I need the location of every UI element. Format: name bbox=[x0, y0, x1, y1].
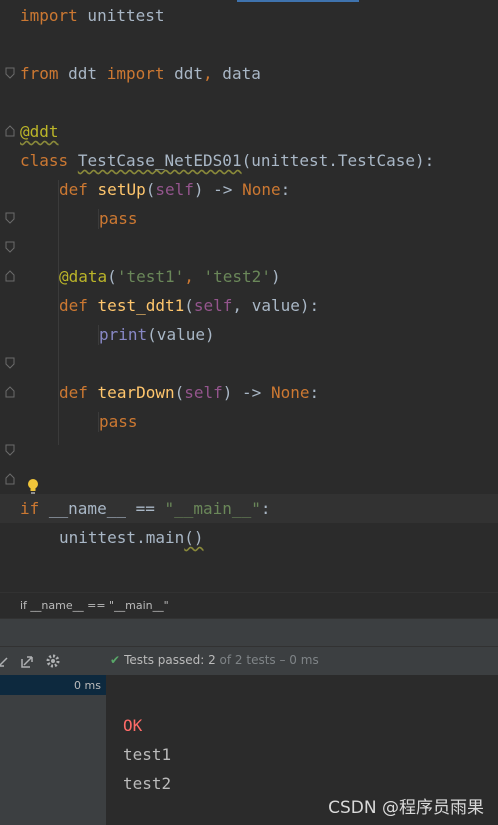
code-line[interactable]: import unittest bbox=[0, 1, 498, 79]
fold-close-icon[interactable] bbox=[5, 415, 15, 485]
colon: : bbox=[309, 383, 320, 402]
string-literal: 'test2' bbox=[203, 267, 271, 286]
function-call: unittest.main bbox=[59, 528, 185, 547]
code-line[interactable]: def tearDown(self) -> None: bbox=[0, 378, 498, 456]
watermark: CSDN @程序员雨果 bbox=[328, 798, 484, 818]
code-line[interactable]: from ddt import ddt, data bbox=[0, 59, 498, 137]
code-line[interactable]: @data('test1', 'test2') bbox=[0, 262, 498, 291]
call-parens: () bbox=[184, 528, 204, 547]
code-line[interactable]: def test_ddt1(self, value): bbox=[0, 291, 498, 369]
self-param: self bbox=[155, 180, 194, 199]
check-icon: ✔ bbox=[110, 653, 121, 667]
keyword: def bbox=[59, 296, 88, 315]
keyword: def bbox=[59, 180, 88, 199]
fold-close-icon[interactable] bbox=[5, 67, 15, 137]
decorator: @ddt bbox=[20, 122, 59, 141]
keyword: from bbox=[20, 64, 59, 83]
code-line[interactable]: @ddt bbox=[0, 117, 498, 146]
self-param: self bbox=[184, 383, 223, 402]
decorator: @data bbox=[59, 267, 108, 286]
fold-open-icon[interactable] bbox=[5, 299, 15, 369]
code-line[interactable]: def setUp(self) -> None: bbox=[0, 175, 498, 253]
expand-icon[interactable] bbox=[20, 653, 36, 669]
keyword: pass bbox=[99, 412, 138, 431]
fold-close-icon[interactable] bbox=[5, 212, 15, 282]
fold-open-icon[interactable] bbox=[5, 386, 15, 456]
import-name: ddt bbox=[164, 64, 204, 83]
signature-rest: ) -> bbox=[193, 180, 243, 199]
comma: , bbox=[184, 267, 204, 286]
paren: ( bbox=[174, 383, 185, 402]
import-name: data bbox=[212, 64, 261, 83]
keyword: import bbox=[106, 64, 165, 83]
colon: : bbox=[280, 180, 291, 199]
tool-window-header bbox=[0, 618, 498, 647]
string-literal: "__main__" bbox=[164, 499, 261, 518]
fold-open-icon[interactable] bbox=[5, 9, 15, 79]
code-line[interactable]: pass bbox=[0, 204, 498, 282]
collapse-icon[interactable] bbox=[0, 653, 12, 669]
builtin-function: print bbox=[99, 325, 148, 344]
keyword: import bbox=[20, 6, 78, 25]
fold-close-icon[interactable] bbox=[5, 328, 15, 398]
comma: , bbox=[203, 64, 213, 83]
keyword: if bbox=[20, 499, 40, 518]
console-ok: OK bbox=[123, 716, 143, 735]
test-status: ✔ Tests passed: 2 of 2 tests – 0 ms bbox=[110, 653, 319, 667]
fold-open-icon[interactable] bbox=[5, 154, 15, 224]
paren: ( bbox=[107, 267, 117, 286]
code-editor[interactable]: import unittest from ddt import ddt, dat… bbox=[0, 0, 498, 592]
paren: ( bbox=[145, 180, 156, 199]
keyword: pass bbox=[99, 209, 138, 228]
test-tree-row-selected[interactable]: 0 ms bbox=[0, 675, 106, 695]
class-name: TestCase_NetEDS01 bbox=[77, 151, 242, 170]
gear-icon[interactable] bbox=[45, 653, 61, 669]
breadcrumb-item[interactable]: if __name__ == "__main__" bbox=[20, 599, 169, 612]
fold-open-icon[interactable] bbox=[5, 183, 15, 253]
function-name: test_ddt1 bbox=[97, 296, 185, 315]
status-prefix: Tests passed: bbox=[124, 653, 205, 667]
self-param: self bbox=[193, 296, 233, 315]
status-total: of 2 tests – 0 ms bbox=[215, 653, 319, 667]
keyword: class bbox=[20, 151, 69, 170]
code-line[interactable]: unittest.main() bbox=[0, 523, 498, 552]
test-tree: 0 ms bbox=[0, 675, 106, 825]
module-name: unittest bbox=[77, 6, 165, 25]
passed-count: 2 bbox=[204, 653, 216, 667]
paren: ( bbox=[184, 296, 194, 315]
code-line[interactable]: class TestCase_NetEDS01(unittest.TestCas… bbox=[0, 146, 498, 224]
function-name: tearDown bbox=[97, 383, 175, 402]
colon: : bbox=[260, 499, 271, 518]
keyword: def bbox=[59, 383, 88, 402]
run-toolbar: ✔ Tests passed: 2 of 2 tests – 0 ms bbox=[0, 646, 498, 676]
console-line: test1 bbox=[123, 745, 172, 764]
code-line[interactable]: pass bbox=[0, 407, 498, 485]
function-name: setUp bbox=[97, 180, 146, 199]
module-name: ddt bbox=[58, 64, 107, 83]
paren: ) bbox=[270, 267, 281, 286]
code-line-current[interactable]: if __name__ == "__main__": bbox=[0, 494, 498, 523]
class-base: (unittest.TestCase): bbox=[241, 151, 435, 170]
signature-rest: ) -> bbox=[222, 383, 271, 402]
name-comparison: __name__ == bbox=[39, 499, 165, 518]
signature-rest: , value): bbox=[232, 296, 320, 315]
code-line[interactable]: print(value) bbox=[0, 320, 498, 398]
breadcrumb[interactable]: if __name__ == "__main__" bbox=[0, 592, 498, 619]
call-args: (value) bbox=[147, 325, 215, 344]
console-line: test2 bbox=[123, 774, 172, 793]
keyword: None bbox=[242, 180, 281, 199]
string-literal: 'test1' bbox=[116, 267, 185, 286]
test-duration: 0 ms bbox=[74, 679, 101, 692]
keyword: None bbox=[270, 383, 310, 402]
